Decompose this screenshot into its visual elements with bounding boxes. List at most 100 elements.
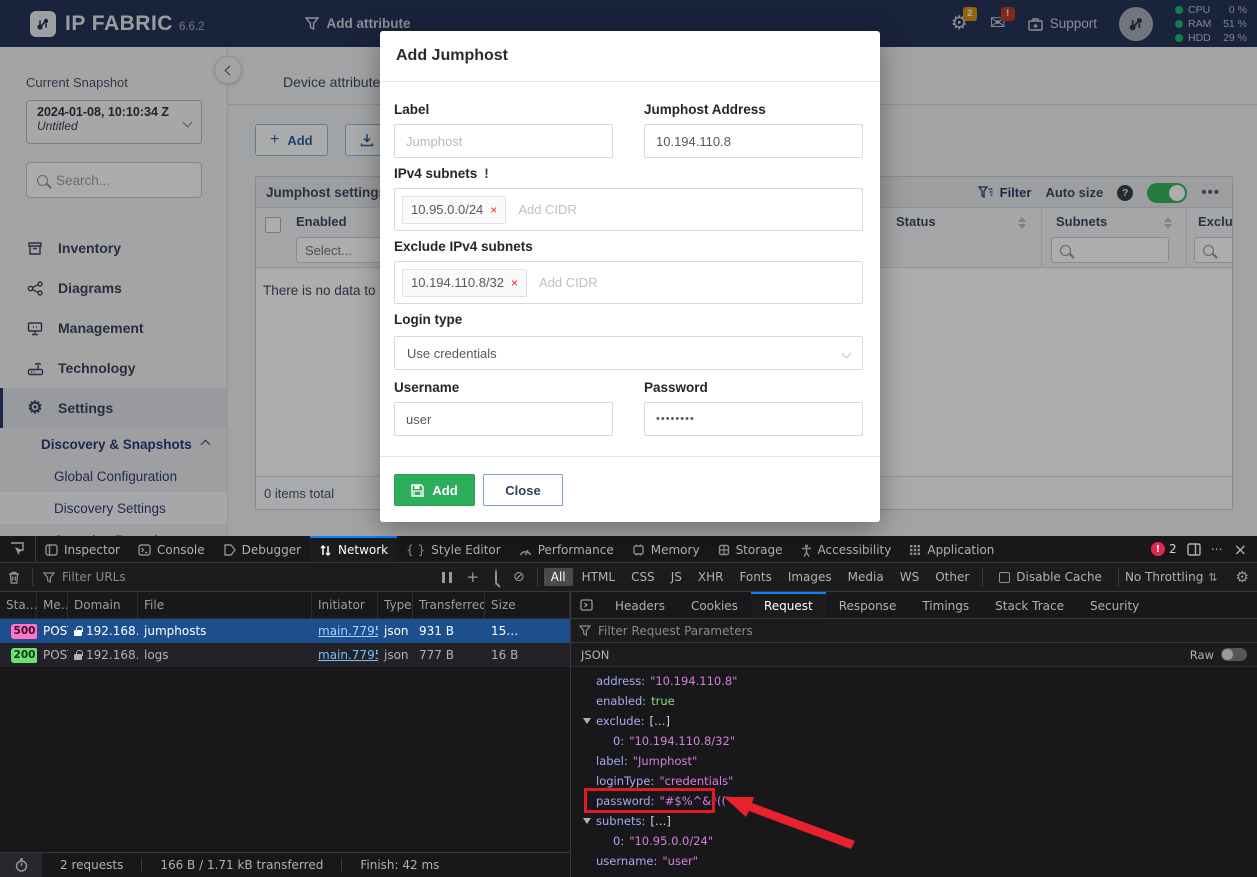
filter-type-html[interactable]: HTML xyxy=(575,568,622,586)
required-icon: ! xyxy=(484,166,489,181)
tab-security[interactable]: Security xyxy=(1077,592,1152,618)
transferred-summary: 166 B / 1.71 kB transferred xyxy=(141,858,341,872)
split-console-icon[interactable] xyxy=(1187,543,1201,556)
subnet-chip: 10.95.0.0/24× xyxy=(402,196,506,224)
password-field-label: Password xyxy=(644,380,708,395)
tab-headers[interactable]: Headers xyxy=(602,592,678,618)
jumphost-address-input[interactable]: 10.194.110.8 xyxy=(644,124,863,158)
column-domain[interactable]: Domain xyxy=(68,592,138,618)
initiator-link[interactable]: main.7795… xyxy=(318,624,378,638)
tab-debugger[interactable]: Debugger xyxy=(214,536,310,562)
remove-chip-icon[interactable]: × xyxy=(511,276,518,290)
json-tree: address"10.194.110.8" enabledtrue exclud… xyxy=(571,667,1257,871)
remove-chip-icon[interactable]: × xyxy=(490,203,497,217)
twisty-icon[interactable] xyxy=(583,818,591,824)
initiator-link[interactable]: main.7795… xyxy=(318,648,378,662)
sidebar-toggle-icon[interactable] xyxy=(571,592,602,618)
filter-type-xhr[interactable]: XHR xyxy=(691,568,731,586)
throttling-select[interactable]: No Throttling⇅ xyxy=(1125,570,1218,584)
twisty-icon[interactable] xyxy=(583,718,591,724)
filter-type-fonts[interactable]: Fonts xyxy=(732,568,778,586)
filter-type-images[interactable]: Images xyxy=(781,568,839,586)
json-line-enabled[interactable]: enabledtrue xyxy=(571,691,1257,711)
json-line-exclude-0[interactable]: 0"10.194.110.8/32" xyxy=(571,731,1257,751)
username-input[interactable]: user xyxy=(394,402,613,436)
json-line-subnets[interactable]: subnets[…] xyxy=(571,811,1257,831)
column-file[interactable]: File xyxy=(138,592,312,618)
username-field-label: Username xyxy=(394,380,459,395)
filter-type-all[interactable]: All xyxy=(544,568,573,586)
filter-type-css[interactable]: CSS xyxy=(624,568,662,586)
network-settings-gear-icon[interactable]: ⚙ xyxy=(1236,568,1249,586)
filter-type-ws[interactable]: WS xyxy=(893,568,926,586)
filter-type-other[interactable]: Other xyxy=(928,568,976,586)
status-badge-500: 500 xyxy=(11,624,37,639)
add-request-icon[interactable]: + xyxy=(460,568,485,586)
modal-add-button[interactable]: Add xyxy=(394,474,475,506)
exclude-subnets-input[interactable]: 10.194.110.8/32× Add CIDR xyxy=(394,261,863,304)
raw-toggle[interactable] xyxy=(1221,648,1247,661)
column-method[interactable]: Me… xyxy=(37,592,68,618)
login-type-select[interactable]: Use credentials xyxy=(394,336,863,370)
filter-request-parameters-input[interactable]: Filter Request Parameters xyxy=(571,619,1257,643)
request-count: 2 requests xyxy=(42,858,141,872)
close-devtools-icon[interactable]: × xyxy=(1234,540,1247,559)
disable-cache-checkbox[interactable]: Disable Cache xyxy=(999,570,1102,584)
chevron-down-icon xyxy=(842,348,852,358)
details-tab-bar: Headers Cookies Request Response Timings… xyxy=(571,592,1257,619)
tab-timings[interactable]: Timings xyxy=(909,592,982,618)
password-input[interactable]: •••••••• xyxy=(644,402,863,436)
request-row-logs[interactable]: 200 POST 192.168… logs main.7795… json 7… xyxy=(0,643,570,667)
pause-icon[interactable] xyxy=(442,572,452,583)
filter-type-media[interactable]: Media xyxy=(841,568,891,586)
block-icon[interactable]: ⊘ xyxy=(507,569,531,585)
tab-request[interactable]: Request xyxy=(751,592,826,618)
clear-requests-icon[interactable] xyxy=(0,571,28,584)
request-row-jumphosts[interactable]: 500 POST 192.168… jumphosts main.7795… j… xyxy=(0,619,570,643)
column-transferred[interactable]: Transferred xyxy=(413,592,485,618)
search-icon[interactable] xyxy=(487,570,505,584)
tab-style-editor[interactable]: { }Style Editor xyxy=(397,536,510,562)
tab-accessibility[interactable]: Accessibility xyxy=(792,536,901,562)
tab-inspector[interactable]: Inspector xyxy=(36,536,129,562)
tab-application[interactable]: Application xyxy=(900,536,1003,562)
ipv4-subnets-input[interactable]: 10.95.0.0/24× Add CIDR xyxy=(394,188,863,231)
column-size[interactable]: Size xyxy=(485,592,570,618)
network-status-bar: 2 requests 166 B / 1.71 kB transferred F… xyxy=(0,852,570,877)
json-line-label[interactable]: label"Jumphost" xyxy=(571,751,1257,771)
tab-storage[interactable]: Storage xyxy=(709,536,792,562)
json-line-exclude[interactable]: exclude[…] xyxy=(571,711,1257,731)
tab-performance[interactable]: Performance xyxy=(510,536,623,562)
tab-stack-trace[interactable]: Stack Trace xyxy=(982,592,1077,618)
label-input[interactable]: Jumphost xyxy=(394,124,613,158)
tab-cookies[interactable]: Cookies xyxy=(678,592,751,618)
json-line-username[interactable]: username"user" xyxy=(571,851,1257,871)
tab-memory[interactable]: Memory xyxy=(623,536,709,562)
error-count-badge[interactable]: !2 xyxy=(1151,542,1177,556)
storage-icon xyxy=(718,544,730,556)
column-initiator[interactable]: Initiator xyxy=(312,592,378,618)
filter-urls-input[interactable]: Filter URLs xyxy=(43,570,436,584)
json-line-address[interactable]: address"10.194.110.8" xyxy=(571,671,1257,691)
json-line-subnets-0[interactable]: 0"10.95.0.0/24" xyxy=(571,831,1257,851)
column-status[interactable]: Sta… xyxy=(0,592,37,618)
tab-console[interactable]: Console xyxy=(129,536,214,562)
tab-network[interactable]: Network xyxy=(310,536,397,562)
tab-response[interactable]: Response xyxy=(826,592,910,618)
filter-type-js[interactable]: JS xyxy=(664,568,689,586)
column-type[interactable]: Type xyxy=(378,592,413,618)
pick-element-icon[interactable] xyxy=(0,536,36,562)
firefox-devtools: Inspector Console Debugger Network { }St… xyxy=(0,536,1257,877)
devtools-tab-bar: Inspector Console Debugger Network { }St… xyxy=(0,536,1257,563)
application-icon xyxy=(909,544,921,556)
modal-close-button[interactable]: Close xyxy=(483,474,563,506)
add-cidr-placeholder: Add CIDR xyxy=(518,202,577,217)
meatball-menu-icon[interactable]: ⋯ xyxy=(1211,542,1224,556)
status-badge-200: 200 xyxy=(11,648,37,663)
stopwatch-icon[interactable] xyxy=(0,853,42,877)
add-jumphost-modal: Add Jumphost Label Jumphost Jumphost Add… xyxy=(380,31,880,522)
lock-icon xyxy=(74,626,82,636)
accessibility-icon xyxy=(801,544,812,557)
inspector-icon xyxy=(45,544,58,556)
modal-title: Add Jumphost xyxy=(396,47,508,65)
